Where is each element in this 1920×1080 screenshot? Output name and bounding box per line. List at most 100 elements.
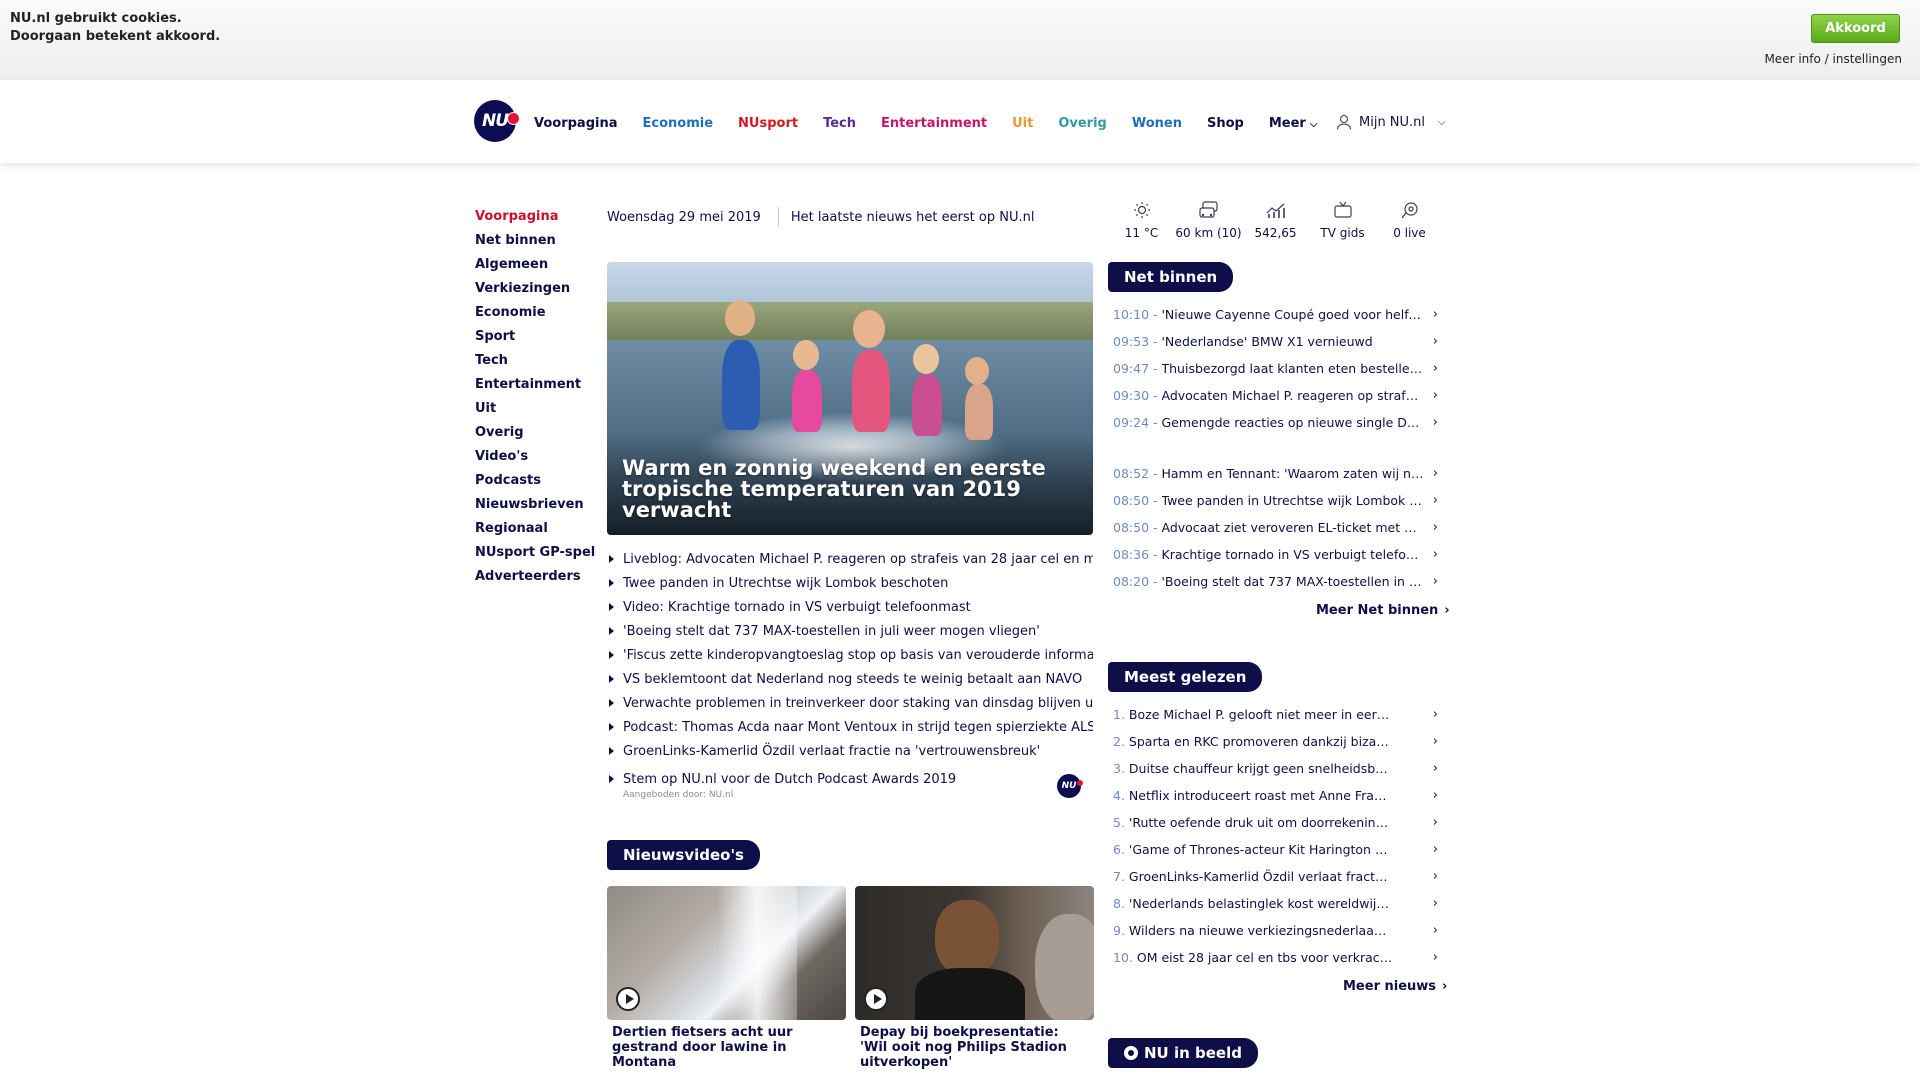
- chevron-right-icon: ›: [1432, 361, 1438, 376]
- nav-shop[interactable]: Shop: [1207, 116, 1244, 131]
- list-item[interactable]: 5. 'Rutte oefende druk uit om doorrekeni…: [1108, 814, 1444, 841]
- list-item[interactable]: 09:47 - Thuisbezorgd laat klanten eten b…: [1108, 360, 1444, 387]
- sidebar-item-voorpagina[interactable]: Voorpagina: [475, 208, 595, 232]
- stocks-widget[interactable]: 542,65: [1242, 198, 1309, 246]
- chevron-right-icon: ›: [1432, 493, 1438, 508]
- sidebar-item-net-binnen[interactable]: Net binnen: [475, 232, 595, 256]
- sidebar-item-regionaal[interactable]: Regionaal: [475, 520, 595, 544]
- headline-item[interactable]: Podcast: Thomas Acda naar Mont Ventoux i…: [607, 718, 1093, 742]
- live-widget[interactable]: 0 live: [1376, 198, 1443, 246]
- meest-gelezen-list: 1. Boze Michael P. gelooft niet meer in …: [1108, 706, 1444, 976]
- list-item[interactable]: 08:50 - Twee panden in Utrechtse wijk Lo…: [1108, 492, 1444, 519]
- headline-item[interactable]: 'Boeing stelt dat 737 MAX-toestellen in …: [607, 622, 1093, 646]
- list-item[interactable]: 08:52 - Hamm en Tennant: 'Waarom zaten w…: [1108, 465, 1444, 492]
- sidebar-item-economie[interactable]: Economie: [475, 304, 595, 328]
- hero-figure: [965, 384, 993, 440]
- item-time: 08:52: [1113, 466, 1150, 481]
- list-item[interactable]: 7. GroenLinks-Kamerlid Özdil verlaat fra…: [1108, 868, 1444, 895]
- list-item[interactable]: 08:36 - Krachtige tornado in VS verbuigt…: [1108, 546, 1444, 573]
- list-item[interactable]: 8. 'Nederlands belastinglek kost wereldw…: [1108, 895, 1444, 922]
- list-item[interactable]: 1. Boze Michael P. gelooft niet meer in …: [1108, 706, 1444, 733]
- chevron-down-icon: ⌵: [1309, 118, 1318, 130]
- account-menu[interactable]: Mijn NU.nl ⌵: [1336, 114, 1446, 130]
- video-title: Dertien fietsers acht uur gestrand door …: [612, 1025, 793, 1070]
- list-item[interactable]: 4. Netflix introduceert roast met Anne F…: [1108, 787, 1444, 814]
- video-card[interactable]: Depay bij boekpresentatie: 'Wil ooit nog…: [855, 886, 1094, 1070]
- sidebar-item-sport[interactable]: Sport: [475, 328, 595, 352]
- chevron-right-icon: ›: [1432, 334, 1438, 349]
- nav-overig[interactable]: Overig: [1058, 116, 1107, 131]
- headline-item[interactable]: GroenLinks-Kamerlid Özdil verlaat fracti…: [607, 742, 1093, 766]
- weather-widget[interactable]: 11 °C: [1108, 198, 1175, 246]
- list-item[interactable]: 08:20 - 'Boeing stelt dat 737 MAX-toeste…: [1108, 573, 1444, 600]
- camera-icon: [1124, 1046, 1138, 1060]
- section-title-meest-gelezen: Meest gelezen: [1108, 662, 1263, 692]
- sidebar-item-algemeen[interactable]: Algemeen: [475, 256, 595, 280]
- list-item[interactable]: 10:10 - 'Nieuwe Cayenne Coupé goed voor …: [1108, 306, 1444, 333]
- list-item[interactable]: 10. OM eist 28 jaar cel en tbs voor verk…: [1108, 949, 1444, 976]
- item-title: 'Boeing stelt dat 737 MAX-toestellen in …: [1161, 574, 1424, 589]
- hero-article[interactable]: Warm en zonnig weekend en eerste tropisc…: [607, 262, 1093, 535]
- sidebar-item-entertainment[interactable]: Entertainment: [475, 376, 595, 400]
- list-item[interactable]: 3. Duitse chauffeur krijgt geen snelheid…: [1108, 760, 1444, 787]
- sidebar-item-podcasts[interactable]: Podcasts: [475, 472, 595, 496]
- sponsored-item: Stem op NU.nl voor de Dutch Podcast Awar…: [607, 770, 1093, 804]
- sidebar-item-nieuwsbrieven[interactable]: Nieuwsbrieven: [475, 496, 595, 520]
- list-item[interactable]: 2. Sparta en RKC promoveren dankzij biza…: [1108, 733, 1444, 760]
- nav-uit[interactable]: Uit: [1012, 116, 1033, 131]
- sidebar-item-overig[interactable]: Overig: [475, 424, 595, 448]
- headline-item[interactable]: Twee panden in Utrechtse wijk Lombok bes…: [607, 574, 1093, 598]
- time-separator: -: [1149, 361, 1162, 376]
- nav-meer-menu[interactable]: Meer ⌵: [1269, 116, 1318, 131]
- meer-net-binnen-link[interactable]: Meer Net binnen ›: [1316, 603, 1450, 618]
- tv-guide-widget[interactable]: TV gids: [1309, 198, 1376, 246]
- hero-figure-head: [965, 357, 989, 385]
- hero-figure-head: [853, 310, 885, 348]
- sidebar-item-videos[interactable]: Video's: [475, 448, 595, 472]
- list-item[interactable]: 9. Wilders na nieuwe verkiezingsnederlaa…: [1108, 922, 1444, 949]
- nav-nusport[interactable]: NUsport: [738, 116, 798, 131]
- section-sidebar: Voorpagina Net binnen Algemeen Verkiezin…: [475, 208, 595, 592]
- logo-badge-icon: [507, 112, 520, 125]
- time-separator: -: [1149, 520, 1162, 535]
- sidebar-item-gp-spel[interactable]: NUsport GP-spel: [475, 544, 595, 568]
- cookie-accept-button[interactable]: Akkoord: [1811, 14, 1900, 43]
- headline-item[interactable]: Verwachte problemen in treinverkeer door…: [607, 694, 1093, 718]
- nav-economie[interactable]: Economie: [643, 116, 714, 131]
- sidebar-item-adverteerders[interactable]: Adverteerders: [475, 568, 595, 592]
- chevron-right-icon: ›: [1432, 788, 1438, 803]
- chevron-right-icon: ›: [1432, 734, 1438, 749]
- item-rank: 3.: [1113, 761, 1125, 776]
- headline-item[interactable]: Video: Krachtige tornado in VS verbuigt …: [607, 598, 1093, 622]
- nav-wonen[interactable]: Wonen: [1132, 116, 1182, 131]
- sidebar-item-uit[interactable]: Uit: [475, 400, 595, 424]
- play-icon[interactable]: [864, 987, 888, 1011]
- nu-logo[interactable]: NU: [474, 100, 520, 142]
- headline-item[interactable]: 'Fiscus zette kinderopvangtoeslag stop o…: [607, 646, 1093, 670]
- net-binnen-list: 10:10 - 'Nieuwe Cayenne Coupé goed voor …: [1108, 306, 1444, 600]
- sidebar-item-tech[interactable]: Tech: [475, 352, 595, 376]
- video-card[interactable]: Dertien fietsers acht uur gestrand door …: [607, 886, 846, 1070]
- traffic-widget[interactable]: 60 km (10): [1175, 198, 1242, 246]
- sponsored-headline[interactable]: Stem op NU.nl voor de Dutch Podcast Awar…: [607, 770, 1093, 790]
- play-icon[interactable]: [616, 987, 640, 1011]
- nav-tech[interactable]: Tech: [823, 116, 856, 131]
- section-title-net-binnen: Net binnen: [1108, 262, 1234, 292]
- list-item[interactable]: 09:24 - Gemengde reacties op nieuwe sing…: [1108, 414, 1444, 441]
- list-item[interactable]: 08:50 - Advocaat ziet veroveren EL-ticke…: [1108, 519, 1444, 546]
- hero-figure-head: [913, 344, 939, 374]
- sidebar-item-verkiezingen[interactable]: Verkiezingen: [475, 280, 595, 304]
- traffic-icon: [1198, 201, 1218, 218]
- nav-voorpagina[interactable]: Voorpagina: [534, 116, 618, 131]
- headline-item[interactable]: Liveblog: Advocaten Michael P. reageren …: [607, 550, 1093, 574]
- chevron-right-icon: ›: [1432, 388, 1438, 403]
- list-item[interactable]: 6. 'Game of Thrones-acteur Kit Harington…: [1108, 841, 1444, 868]
- cookie-settings-link[interactable]: Meer info / instellingen: [1764, 52, 1902, 66]
- headline-item[interactable]: VS beklemtoont dat Nederland nog steeds …: [607, 670, 1093, 694]
- nav-entertainment[interactable]: Entertainment: [881, 116, 987, 131]
- meer-nieuws-link[interactable]: Meer nieuws ›: [1343, 979, 1447, 994]
- headline-list: Liveblog: Advocaten Michael P. reageren …: [607, 550, 1093, 766]
- list-item[interactable]: 09:53 - 'Nederlandse' BMW X1 vernieuwd ›: [1108, 333, 1444, 360]
- list-item[interactable]: 09:30 - Advocaten Michael P. reageren op…: [1108, 387, 1444, 414]
- live-icon: [1400, 202, 1418, 219]
